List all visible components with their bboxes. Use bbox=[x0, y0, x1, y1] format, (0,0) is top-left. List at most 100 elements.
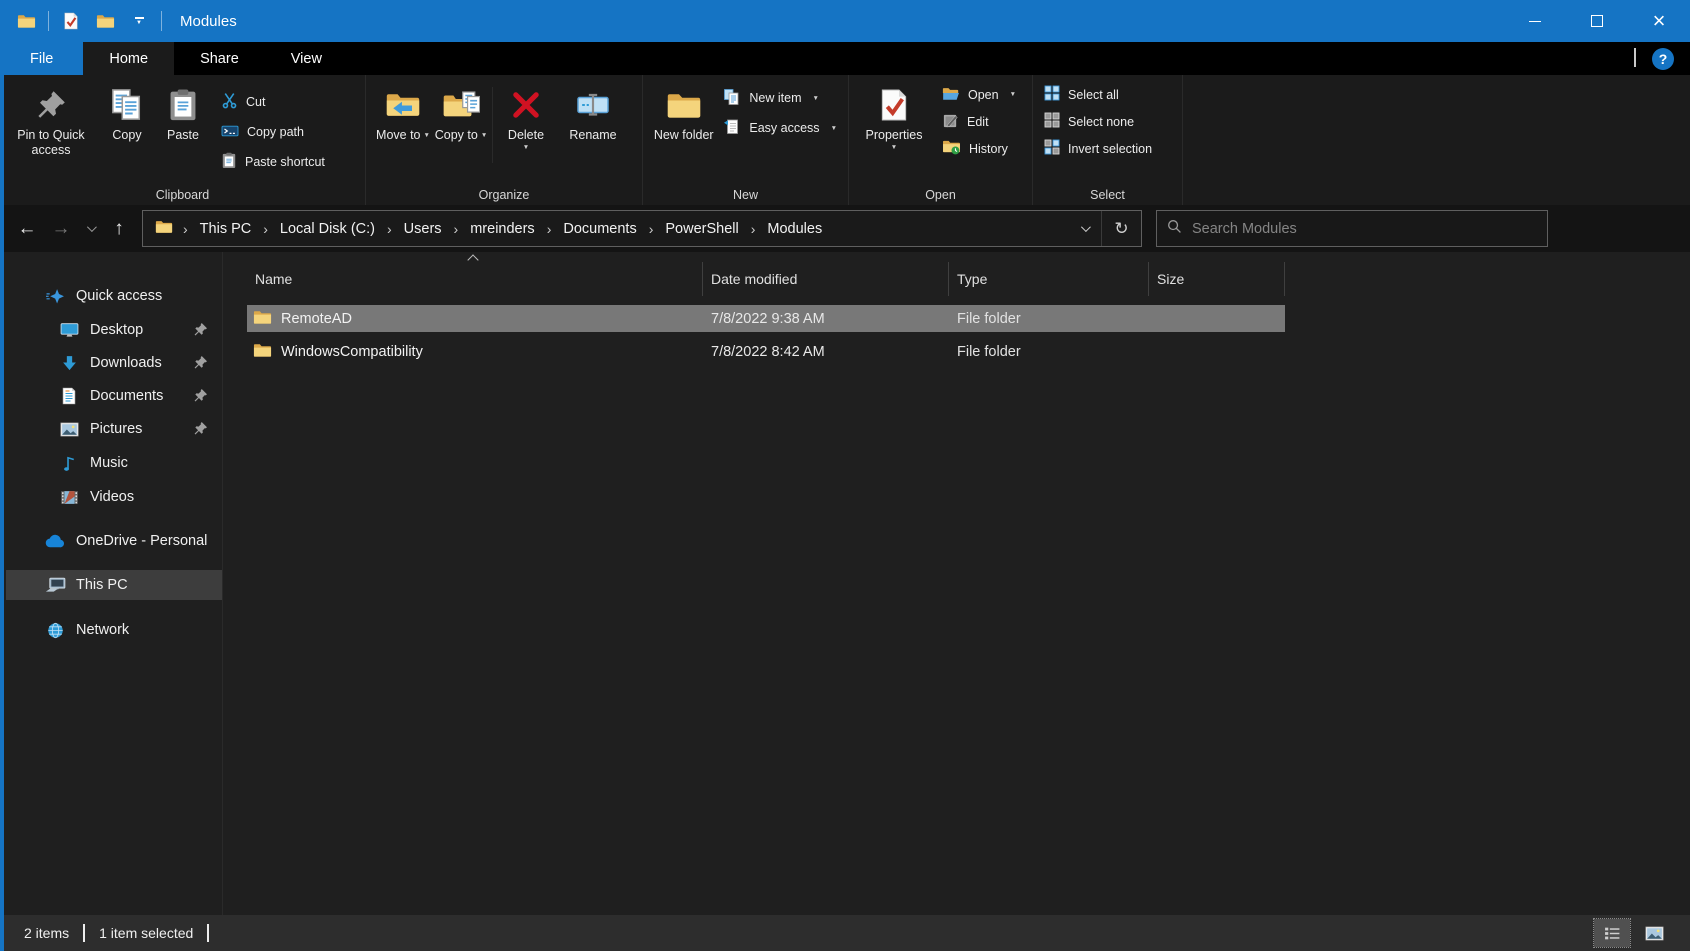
breadcrumb-documents[interactable]: Documents bbox=[559, 215, 640, 243]
rename-button[interactable]: Rename bbox=[557, 79, 629, 143]
sidebar-item-quick-access[interactable]: Quick access bbox=[6, 281, 222, 311]
select-all-button[interactable]: Select all bbox=[1035, 81, 1161, 108]
cut-button[interactable]: Cut bbox=[212, 87, 334, 117]
breadcrumb-mreinders[interactable]: mreinders bbox=[466, 215, 538, 243]
pin-icon bbox=[193, 421, 208, 440]
qat-customize-icon: ▼ bbox=[130, 17, 148, 26]
pin-icon bbox=[193, 388, 208, 407]
main-area: Quick access Desktop Downloads Documents… bbox=[0, 252, 1690, 915]
select-none-button[interactable]: Select none bbox=[1035, 108, 1161, 135]
dropdown-caret-icon: ▼ bbox=[831, 125, 837, 132]
pin-to-quick-access-button[interactable]: Pin to Quick access bbox=[2, 79, 100, 158]
new-folder-icon bbox=[666, 84, 702, 126]
copy-path-button[interactable]: Copy path bbox=[212, 117, 334, 147]
sidebar-item-desktop[interactable]: Desktop bbox=[6, 315, 222, 345]
desktop-icon bbox=[58, 322, 80, 338]
edit-icon bbox=[942, 112, 959, 132]
copy-button[interactable]: Copy bbox=[100, 79, 154, 143]
history-button[interactable]: History bbox=[933, 135, 1025, 162]
open-button[interactable]: Open ▼ bbox=[933, 81, 1025, 108]
delete-button[interactable]: Delete ▼ bbox=[495, 79, 557, 151]
thumbnails-view-button[interactable] bbox=[1636, 919, 1672, 947]
pin-icon bbox=[193, 322, 208, 341]
titlebar-separator bbox=[48, 11, 49, 31]
close-button[interactable]: × bbox=[1628, 0, 1690, 42]
column-header-date-modified[interactable]: Date modified bbox=[703, 262, 949, 296]
column-header-size[interactable]: Size bbox=[1149, 262, 1285, 296]
dropdown-caret-icon: ▼ bbox=[523, 144, 529, 151]
tab-view[interactable]: View bbox=[265, 42, 348, 75]
refresh-button[interactable]: ↻ bbox=[1101, 211, 1141, 246]
dropdown-caret-icon: ▼ bbox=[891, 144, 897, 151]
sidebar-item-this-pc[interactable]: This PC bbox=[6, 570, 222, 600]
sidebar-item-documents[interactable]: Documents bbox=[6, 381, 222, 411]
sidebar-item-music[interactable]: Music bbox=[6, 448, 222, 478]
address-row: ← → ↑ › This PC › Local Disk (C:) › User… bbox=[0, 205, 1690, 252]
search-input[interactable] bbox=[1192, 221, 1537, 237]
address-dropdown-button[interactable] bbox=[1067, 211, 1101, 246]
breadcrumb: › This PC › Local Disk (C:) › Users › mr… bbox=[175, 215, 1067, 243]
crumb-separator: › bbox=[743, 221, 764, 237]
search-icon bbox=[1167, 219, 1182, 239]
paste-shortcut-button[interactable]: Paste shortcut bbox=[212, 147, 334, 177]
app-folder-icon bbox=[14, 8, 38, 34]
file-row-remotead[interactable]: RemoteAD 7/8/2022 9:38 AM File folder bbox=[247, 305, 1285, 332]
invert-selection-button[interactable]: Invert selection bbox=[1035, 135, 1161, 162]
group-label-organize: Organize bbox=[366, 188, 642, 202]
breadcrumb-this-pc[interactable]: This PC bbox=[196, 215, 256, 243]
close-icon: × bbox=[1653, 11, 1666, 31]
sidebar-item-onedrive[interactable]: OneDrive - Personal bbox=[6, 526, 222, 556]
tab-home[interactable]: Home bbox=[83, 42, 174, 75]
ribbon-group-new: New folder New item ▼ Easy access ▼ New bbox=[643, 75, 849, 205]
refresh-icon: ↻ bbox=[1114, 219, 1128, 239]
new-folder-button[interactable]: New folder bbox=[653, 79, 714, 143]
up-button[interactable]: ↑ bbox=[104, 214, 134, 244]
details-view-button[interactable] bbox=[1594, 919, 1630, 947]
properties-button[interactable]: Properties ▼ bbox=[855, 79, 933, 151]
sidebar-item-network[interactable]: Network bbox=[6, 615, 222, 645]
help-button[interactable]: ? bbox=[1652, 48, 1674, 70]
easy-access-button[interactable]: Easy access ▼ bbox=[714, 113, 846, 143]
move-to-button[interactable]: Move to▼ bbox=[374, 79, 432, 143]
sidebar-item-downloads[interactable]: Downloads bbox=[6, 348, 222, 378]
copy-to-button[interactable]: Copy to▼ bbox=[432, 79, 490, 143]
chevron-up-icon bbox=[1634, 48, 1636, 67]
breadcrumb-local-disk[interactable]: Local Disk (C:) bbox=[276, 215, 379, 243]
maximize-icon bbox=[1591, 15, 1603, 27]
address-bar[interactable]: › This PC › Local Disk (C:) › Users › mr… bbox=[142, 210, 1142, 247]
onedrive-cloud-icon bbox=[44, 534, 66, 549]
crumb-separator: › bbox=[175, 221, 196, 237]
column-header-type[interactable]: Type bbox=[949, 262, 1149, 296]
qat-customize-button[interactable]: ▼ bbox=[127, 8, 151, 34]
column-headers: Name Date modified Type Size bbox=[247, 262, 1690, 296]
qat-properties-button[interactable] bbox=[59, 8, 83, 34]
maximize-button[interactable] bbox=[1566, 0, 1628, 42]
paste-button[interactable]: Paste bbox=[154, 79, 212, 143]
crumb-separator: › bbox=[641, 221, 662, 237]
back-button[interactable]: ← bbox=[12, 214, 42, 244]
breadcrumb-powershell[interactable]: PowerShell bbox=[661, 215, 742, 243]
breadcrumb-modules[interactable]: Modules bbox=[763, 215, 826, 243]
sidebar-item-pictures[interactable]: Pictures bbox=[6, 414, 222, 444]
forward-button[interactable]: → bbox=[46, 214, 76, 244]
sidebar-item-videos[interactable]: Videos bbox=[6, 482, 222, 512]
tab-share[interactable]: Share bbox=[174, 42, 265, 75]
tab-file[interactable]: File bbox=[0, 42, 83, 75]
column-header-name[interactable]: Name bbox=[247, 262, 703, 296]
qat-new-folder-button[interactable] bbox=[93, 8, 117, 34]
collapse-ribbon-button[interactable] bbox=[1634, 50, 1636, 68]
chevron-down-icon bbox=[86, 222, 96, 232]
dropdown-caret-icon: ▼ bbox=[1010, 91, 1016, 98]
group-label-open: Open bbox=[849, 188, 1032, 202]
recent-locations-button[interactable] bbox=[80, 214, 100, 244]
edit-button[interactable]: Edit bbox=[933, 108, 1025, 135]
breadcrumb-users[interactable]: Users bbox=[400, 215, 446, 243]
new-item-icon bbox=[723, 88, 741, 109]
new-item-button[interactable]: New item ▼ bbox=[714, 83, 846, 113]
minimize-button[interactable] bbox=[1504, 0, 1566, 42]
group-label-select: Select bbox=[1033, 188, 1182, 202]
file-row-windowscompatibility[interactable]: WindowsCompatibility 7/8/2022 8:42 AM Fi… bbox=[247, 338, 1285, 365]
pin-icon bbox=[193, 355, 208, 374]
ribbon-group-select: Select all Select none Invert selection … bbox=[1033, 75, 1183, 205]
group-inner-separator bbox=[492, 87, 493, 163]
